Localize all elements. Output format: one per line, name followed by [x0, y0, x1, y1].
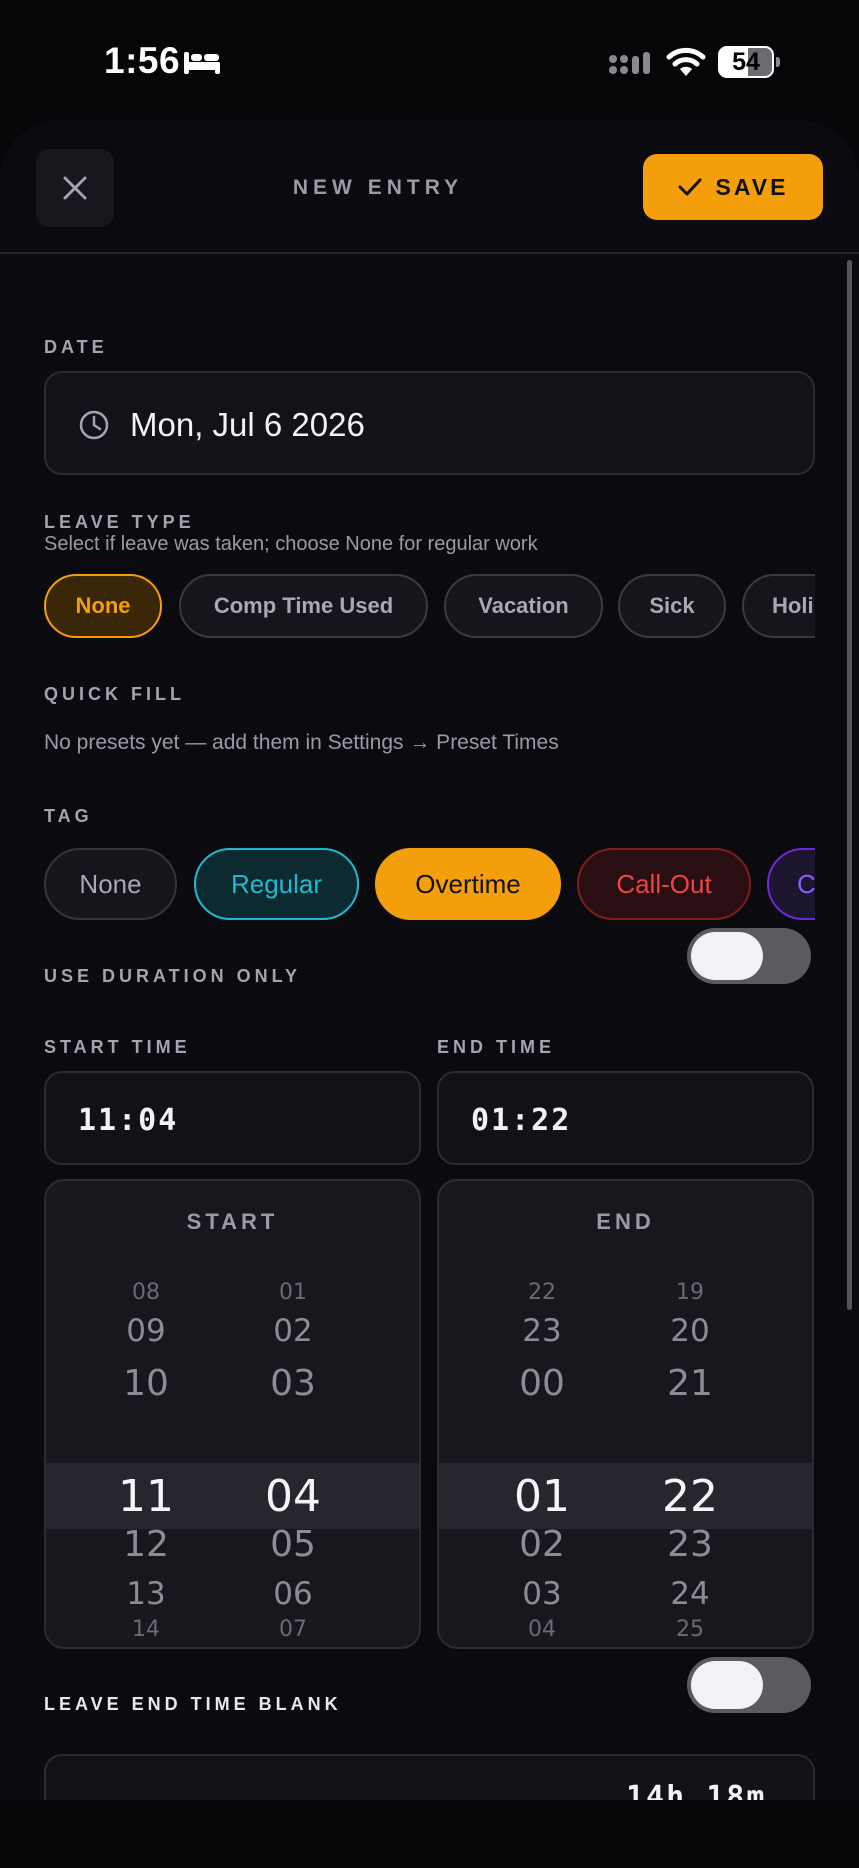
- start-time-value: 11:04: [78, 1103, 179, 1138]
- tag-chip-call-out[interactable]: Call-Out: [577, 848, 751, 920]
- toggle-knob: [691, 932, 763, 980]
- date-label: DATE: [44, 337, 108, 357]
- status-bar: 1:56 54: [0, 0, 859, 120]
- wheel-item: 13: [126, 1576, 166, 1612]
- duration-value: 14h 18m: [626, 1780, 767, 1800]
- start-minute-wheel[interactable]: 01 02 03 04 05 06 07: [243, 1181, 343, 1647]
- leave-chip-none[interactable]: None: [44, 574, 162, 638]
- tag-chip-none[interactable]: None: [44, 848, 177, 920]
- wheel-item: 23: [522, 1313, 562, 1349]
- wheel-item: 20: [670, 1313, 710, 1349]
- tag-chip-regular[interactable]: Regular: [194, 848, 359, 920]
- wheel-item: 02: [519, 1524, 565, 1565]
- quick-fill-empty-text: No presets yet — add them in Settings → …: [44, 731, 559, 754]
- date-field[interactable]: Mon, Jul 6 2026: [44, 371, 815, 475]
- wheel-item: 01: [279, 1280, 307, 1305]
- wifi-icon: [666, 47, 706, 76]
- battery-level: 54: [732, 48, 760, 76]
- wheel-item: 19: [676, 1280, 704, 1305]
- wheel-item: 04: [528, 1617, 556, 1642]
- checkmark-icon: [678, 178, 702, 196]
- start-time-label: START TIME: [44, 1037, 191, 1057]
- wheel-item: 21: [667, 1363, 713, 1404]
- end-time-field[interactable]: 01:22: [437, 1071, 814, 1165]
- start-time-picker[interactable]: START 08 09 10 11 12 13 14 01 02 03 04 0…: [44, 1179, 421, 1649]
- end-time-value: 01:22: [471, 1103, 572, 1138]
- end-hour-wheel[interactable]: 22 23 00 01 02 03 04: [492, 1181, 592, 1647]
- wheel-item: 22: [528, 1280, 556, 1305]
- leave-type-label: LEAVE TYPE: [44, 512, 195, 532]
- save-button-label: SAVE: [715, 173, 789, 200]
- clock-icon: [79, 410, 109, 440]
- wheel-item: 23: [667, 1524, 713, 1565]
- wheel-item: 25: [676, 1617, 704, 1642]
- leave-type-chips: None Comp Time Used Vacation Sick Holi: [44, 574, 815, 646]
- tag-chip-overtime[interactable]: Overtime: [375, 848, 561, 920]
- entry-sheet: NEW ENTRY SAVE DATE Mon, Jul 6 2026 LEAV…: [0, 120, 859, 1800]
- sleep-focus-icon: [184, 52, 220, 74]
- tag-chips: None Regular Overtime Call-Out C: [44, 848, 815, 922]
- wheel-item: 05: [270, 1524, 316, 1565]
- wheel-item: 10: [123, 1363, 169, 1404]
- use-duration-only-label: USE DURATION ONLY: [44, 966, 302, 986]
- wheel-item: 03: [270, 1363, 316, 1404]
- wheel-item: 03: [522, 1576, 562, 1612]
- duration-field[interactable]: 14h 18m: [44, 1754, 815, 1800]
- wheel-item: 12: [123, 1524, 169, 1565]
- wheel-item: 00: [519, 1363, 565, 1404]
- wheel-item: 14: [132, 1617, 160, 1642]
- scrollbar[interactable]: [847, 260, 852, 1310]
- wheel-item: 24: [670, 1576, 710, 1612]
- tag-chip-other[interactable]: C: [767, 848, 815, 920]
- wheel-item-selected: 22: [662, 1471, 718, 1522]
- tag-label: TAG: [44, 806, 93, 826]
- leave-chip-vacation[interactable]: Vacation: [444, 574, 603, 638]
- use-duration-only-toggle[interactable]: [687, 928, 811, 984]
- end-time-picker[interactable]: END 22 23 00 01 02 03 04 19 20 21 22 23 …: [437, 1179, 814, 1649]
- wheel-item: 06: [273, 1576, 313, 1612]
- sheet-header: NEW ENTRY SAVE: [0, 120, 859, 254]
- wheel-item: 07: [279, 1617, 307, 1642]
- end-minute-wheel[interactable]: 19 20 21 22 23 24 25: [640, 1181, 740, 1647]
- wheel-item-selected: 04: [265, 1471, 321, 1522]
- wheel-item-selected: 01: [514, 1471, 570, 1522]
- home-indicator-area: [0, 1800, 859, 1868]
- leave-chip-sick[interactable]: Sick: [618, 574, 726, 638]
- wheel-item: 08: [132, 1280, 160, 1305]
- quick-fill-label: QUICK FILL: [44, 684, 185, 704]
- end-time-label: END TIME: [437, 1037, 556, 1057]
- leave-end-time-blank-toggle[interactable]: [687, 1657, 811, 1713]
- leave-chip-comp-time-used[interactable]: Comp Time Used: [179, 574, 428, 638]
- wheel-item: 09: [126, 1313, 166, 1349]
- leave-type-help: Select if leave was taken; choose None f…: [44, 533, 538, 555]
- wheel-item: 02: [273, 1313, 313, 1349]
- save-button[interactable]: SAVE: [643, 154, 823, 220]
- toggle-knob: [691, 1661, 763, 1709]
- start-hour-wheel[interactable]: 08 09 10 11 12 13 14: [96, 1181, 196, 1647]
- status-time: 1:56: [104, 40, 181, 81]
- cellular-signal-icon: [609, 52, 650, 74]
- wheel-item-selected: 11: [118, 1471, 174, 1522]
- date-value: Mon, Jul 6 2026: [130, 406, 365, 443]
- battery-icon: 54: [718, 46, 780, 78]
- leave-end-time-blank-label: LEAVE END TIME BLANK: [44, 1694, 342, 1714]
- leave-chip-holiday[interactable]: Holi: [742, 574, 815, 638]
- start-time-field[interactable]: 11:04: [44, 1071, 421, 1165]
